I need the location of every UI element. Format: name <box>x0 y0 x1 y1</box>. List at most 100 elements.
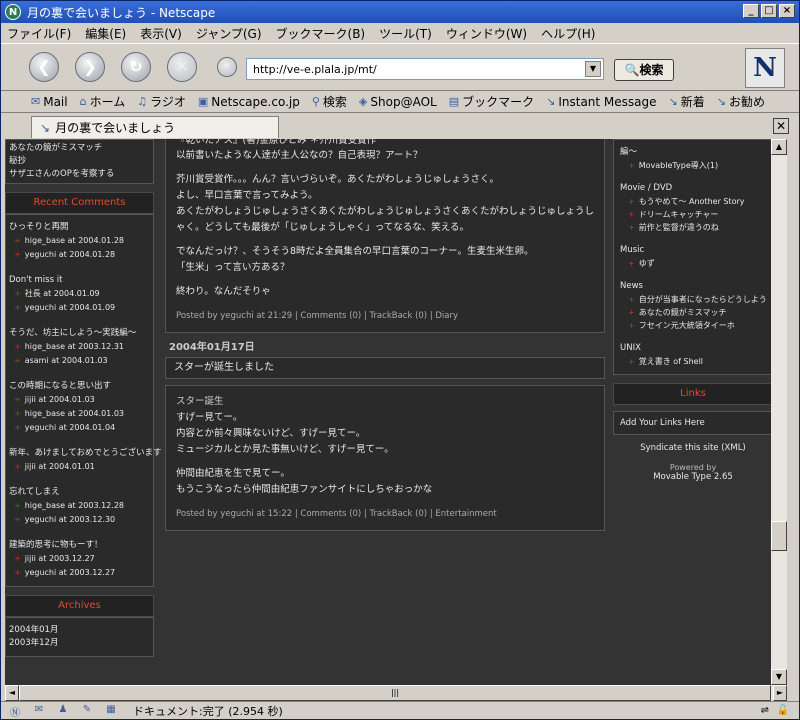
forward-button[interactable]: ❯ <box>75 52 105 82</box>
menu-edit[interactable]: 編集(E) <box>85 25 126 42</box>
bookmark-home[interactable]: ⌂ ホーム <box>80 93 126 110</box>
post-text: でなんだっけ？、そうそう8時だよ全員集合の早口言葉のコーナー。生麦生米生卵。 「… <box>176 246 534 273</box>
bookmark-recommend[interactable]: ↘ お勧め <box>717 93 765 110</box>
aim-icon[interactable]: ♟ <box>55 704 71 718</box>
menu-go[interactable]: ジャンプ(G) <box>196 25 262 42</box>
sidebar-entry[interactable]: 秘抄 <box>6 155 153 168</box>
minimize-button[interactable]: _ <box>743 4 759 18</box>
netscape-logo-icon[interactable]: N <box>745 48 785 88</box>
category-entry[interactable]: + ドリームキャッチャー <box>620 208 766 221</box>
bookmark-netscape[interactable]: ▣ Netscape.co.jp <box>198 95 300 109</box>
post-footer[interactable]: Posted by yeguchi at 15:22 | Comments (0… <box>176 506 594 522</box>
category-entry[interactable]: + あなたの鏡がミスマッチ <box>620 306 766 319</box>
bookmark-radio[interactable]: ♫ ラジオ <box>137 93 186 110</box>
hscroll-thumb[interactable]: ||| <box>19 685 771 701</box>
comment-row[interactable]: + yeguchi at 2003.12.30 <box>6 513 153 527</box>
bookmark-shop[interactable]: ◈ Shop@AOL <box>359 95 437 109</box>
comment-row[interactable]: + hige_base at 2004.01.28 <box>6 234 153 248</box>
syndicate-link[interactable]: Syndicate this site (XML) <box>613 443 771 453</box>
category-name[interactable]: News <box>620 280 766 293</box>
bookmark-search[interactable]: ⚲ 検索 <box>312 93 347 110</box>
scroll-thumb[interactable] <box>771 521 787 551</box>
scroll-left-button[interactable]: ◄ <box>5 685 19 701</box>
comment-row[interactable]: + yeguchi at 2004.01.09 <box>6 301 153 315</box>
comment-group-title[interactable]: 新年、あけましておめでとうございます <box>6 447 162 460</box>
close-window-button[interactable]: × <box>779 4 795 18</box>
recent-comments-heading: Recent Comments <box>5 192 154 214</box>
bookmark-mail[interactable]: ✉ Mail <box>31 95 68 109</box>
comment-row[interactable]: + hige_base at 2003.12.31 <box>6 340 153 354</box>
category-entry[interactable]: + 前作と監督が違うのね <box>620 221 766 234</box>
comment-group-title[interactable]: 忘れてしまえ <box>6 486 153 499</box>
reload-button[interactable]: ↻ <box>121 52 151 82</box>
comment-row[interactable]: + yeguchi at 2004.01.28 <box>6 248 153 262</box>
netscape-icon[interactable]: Ⓝ <box>7 704 23 719</box>
post-text: 仲間由紀恵を生で見てー。 もうこうなったら仲間由紀恵ファンサイトにしちゃおっかな <box>176 468 433 495</box>
menu-window[interactable]: ウィンドウ(W) <box>446 25 527 42</box>
archive-link[interactable]: 2004年01月 <box>6 624 153 637</box>
stop-button[interactable]: ✕ <box>167 52 197 82</box>
category-name[interactable]: Movie / DVD <box>620 182 766 195</box>
category-entry[interactable]: + 自分が当事者になったらどうしよう <box>620 293 767 306</box>
post-footer[interactable]: Posted by yeguchi at 21:29 | Comments (0… <box>176 308 594 324</box>
comment-group-title[interactable]: この時期になると思い出す <box>6 380 153 393</box>
mail-icon[interactable]: ✉ <box>31 704 47 718</box>
bookmark-im[interactable]: ↘ Instant Message <box>546 95 656 109</box>
comment-row[interactable]: + 社長 at 2004.01.09 <box>6 287 153 301</box>
comment-group-title[interactable]: Don't miss it <box>6 274 153 287</box>
comment-row[interactable]: + asami at 2004.01.03 <box>6 354 153 368</box>
bookmark-icon: ↘ <box>716 95 726 108</box>
category-entry[interactable]: + フセイン元大統領タイーホ <box>620 319 766 332</box>
sidebar-entry[interactable]: あなたの鏡がミスマッチ <box>6 142 153 155</box>
category-name[interactable]: 編～ <box>620 146 766 159</box>
vertical-scrollbar[interactable]: ▲ ▼ <box>771 139 787 685</box>
menu-file[interactable]: ファイル(F) <box>7 25 71 42</box>
sidebar-entry[interactable]: サザエさんのOPを考察する <box>6 168 153 181</box>
category-entry[interactable]: + もうやめて～ Another Story <box>620 195 766 208</box>
maximize-button[interactable]: □ <box>761 4 777 18</box>
comment-row[interactable]: + jijii at 2003.12.27 <box>6 552 153 566</box>
menu-tools[interactable]: ツール(T) <box>379 25 432 42</box>
post-title[interactable]: スターが誕生しました <box>165 357 605 379</box>
netscape-app-icon: N <box>5 4 21 20</box>
category-entry[interactable]: + 覚え書き of Shell <box>620 355 766 368</box>
search-button[interactable]: 🔍検索 <box>614 59 674 81</box>
close-tab-button[interactable]: ✕ <box>773 118 789 134</box>
composer-icon[interactable]: ✎ <box>79 704 95 718</box>
comment-row[interactable]: + yeguchi at 2004.01.04 <box>6 421 153 435</box>
category-entry[interactable]: + ゆず <box>620 257 766 270</box>
category-entry[interactable]: + MovableType導入(1) <box>620 159 766 172</box>
tab-bar: ↘ 月の裏で会いましょう ✕ <box>1 114 799 139</box>
powered-by: Powered by <box>669 463 717 472</box>
tab-current[interactable]: ↘ 月の裏で会いましょう <box>31 116 279 138</box>
horizontal-scrollbar[interactable]: ◄ ||| ► <box>5 685 787 701</box>
scroll-right-button[interactable]: ► <box>773 685 787 701</box>
comment-group-title[interactable]: 建築的思考に物もーす！ <box>6 539 153 552</box>
dropdown-icon[interactable]: ▾ <box>217 57 237 77</box>
menu-bookmarks[interactable]: ブックマーク(B) <box>276 25 366 42</box>
address-book-icon[interactable]: ▦ <box>103 704 119 718</box>
comment-row[interactable]: + yeguchi at 2003.12.27 <box>6 566 153 580</box>
bookmark-folder[interactable]: ▤ ブックマーク <box>449 93 534 110</box>
archive-link[interactable]: 2003年12月 <box>6 637 153 650</box>
add-links[interactable]: Add Your Links Here <box>613 411 771 435</box>
menu-help[interactable]: ヘルプ(H) <box>541 25 595 42</box>
url-history-button[interactable]: ▼ <box>585 61 601 77</box>
mt-version-link[interactable]: Movable Type 2.65 <box>613 472 771 482</box>
comment-row[interactable]: + jijii at 2004.01.01 <box>6 460 153 474</box>
post-text: 『乾いたアス』(著)金原ひとみ ＊芥川賞受賞作 <box>176 139 377 146</box>
category-name[interactable]: Music <box>620 244 766 257</box>
comment-row[interactable]: + jijii at 2004.01.03 <box>6 393 153 407</box>
category-name[interactable]: UNIX <box>620 342 766 355</box>
url-field[interactable]: http://ve-e.plala.jp/mt/ ▼ <box>246 58 604 80</box>
security-lock-icon[interactable]: 🔓 <box>777 705 789 716</box>
menu-view[interactable]: 表示(V) <box>140 25 182 42</box>
comment-group-title[interactable]: そうだ、坊主にしよう～実践編～ <box>6 327 153 340</box>
comment-row[interactable]: + hige_base at 2003.12.28 <box>6 499 153 513</box>
scroll-up-button[interactable]: ▲ <box>771 139 787 155</box>
scroll-down-button[interactable]: ▼ <box>771 669 787 685</box>
bookmark-new[interactable]: ↘ 新着 <box>669 93 705 110</box>
comment-row[interactable]: + hige_base at 2004.01.03 <box>6 407 153 421</box>
back-button[interactable]: ❮ <box>29 52 59 82</box>
comment-group-title[interactable]: ひっそりと再開 <box>6 221 153 234</box>
